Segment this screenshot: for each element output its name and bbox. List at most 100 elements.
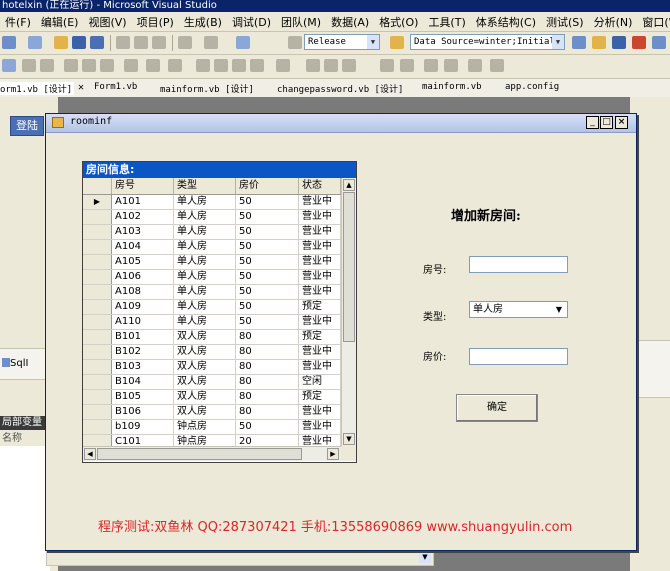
cell-price[interactable]: 50: [236, 195, 299, 209]
close-icon[interactable]: ✕: [78, 82, 84, 93]
scroll-down-icon[interactable]: ▼: [343, 433, 355, 445]
properties-icon[interactable]: [612, 36, 626, 49]
cell-status[interactable]: 预定: [299, 390, 341, 404]
cell-room-no[interactable]: B102: [112, 345, 174, 359]
cell-type[interactable]: 双人房: [174, 360, 236, 374]
column-header-status[interactable]: 状态: [299, 178, 341, 194]
center-vertically-icon[interactable]: [400, 59, 414, 72]
table-row[interactable]: A108 单人房 50 营业中: [83, 285, 341, 300]
table-row[interactable]: B106 双人房 80 营业中: [83, 405, 341, 420]
hspace-remove-icon[interactable]: [250, 59, 264, 72]
vspace-equal-icon[interactable]: [276, 59, 290, 72]
cell-price[interactable]: 80: [236, 360, 299, 374]
cell-status[interactable]: 营业中: [299, 210, 341, 224]
cell-room-no[interactable]: b109: [112, 420, 174, 434]
find-icon[interactable]: [572, 36, 586, 49]
cell-status[interactable]: 营业中: [299, 405, 341, 419]
row-header[interactable]: [83, 240, 112, 254]
menu-item[interactable]: 编辑(E): [36, 14, 84, 30]
align-centers-icon[interactable]: [22, 59, 36, 72]
cell-type[interactable]: 单人房: [174, 285, 236, 299]
type-select[interactable]: 单人房 ▼: [469, 301, 568, 318]
undo-icon[interactable]: [178, 36, 192, 49]
tab-app-config[interactable]: app.config: [505, 82, 559, 92]
tab-changepassword-design[interactable]: changepassword.vb [设计]: [277, 82, 403, 95]
menu-item[interactable]: 体系结构(C): [471, 14, 541, 30]
row-header[interactable]: [83, 360, 112, 374]
column-header-type[interactable]: 类型: [174, 178, 236, 194]
room-info-grid[interactable]: 房间信息: 房号 类型 房价 状态 ▶ A101 单人房 50 营业中 A102 单人房 50…: [82, 161, 357, 463]
tab-form1-vb[interactable]: Form1.vb: [94, 82, 137, 92]
row-header[interactable]: [83, 420, 112, 434]
tab-order-icon[interactable]: [468, 59, 482, 72]
cell-status[interactable]: 预定: [299, 330, 341, 344]
menu-item[interactable]: 生成(B): [179, 14, 227, 30]
cell-status[interactable]: 营业中: [299, 345, 341, 359]
tab-mainform-design[interactable]: mainform.vb [设计]: [160, 82, 254, 95]
cell-status[interactable]: 营业中: [299, 270, 341, 284]
redo-icon[interactable]: [204, 36, 218, 49]
data-icon[interactable]: [390, 36, 404, 49]
cell-type[interactable]: 双人房: [174, 375, 236, 389]
cut-icon[interactable]: [116, 36, 130, 49]
menu-item[interactable]: 分析(N): [589, 14, 638, 30]
cell-price[interactable]: 50: [236, 225, 299, 239]
cell-status[interactable]: 营业中: [299, 285, 341, 299]
menu-item[interactable]: 项目(P): [132, 14, 179, 30]
toolbox-icon[interactable]: [632, 36, 646, 49]
tab-form1-design[interactable]: orm1.vb [设计]: [0, 82, 75, 95]
close-button[interactable]: ×: [615, 116, 628, 129]
table-row[interactable]: B104 双人房 80 空闲: [83, 375, 341, 390]
align-rights-icon[interactable]: [40, 59, 54, 72]
menu-item[interactable]: 团队(M): [276, 14, 326, 30]
scroll-thumb[interactable]: [343, 192, 355, 342]
cell-price[interactable]: 50: [236, 420, 299, 434]
cell-room-no[interactable]: B101: [112, 330, 174, 344]
same-size-icon[interactable]: [168, 59, 182, 72]
menu-item[interactable]: 测试(S): [541, 14, 589, 30]
row-header[interactable]: [83, 255, 112, 269]
vspace-increase-icon[interactable]: [306, 59, 320, 72]
row-header[interactable]: [83, 375, 112, 389]
save-all-icon[interactable]: [90, 36, 104, 49]
cell-status[interactable]: 空闲: [299, 375, 341, 389]
cell-type[interactable]: 双人房: [174, 345, 236, 359]
menu-item[interactable]: 件(F): [0, 14, 36, 30]
row-header[interactable]: [83, 285, 112, 299]
cell-status[interactable]: 营业中: [299, 315, 341, 329]
table-row[interactable]: A103 单人房 50 营业中: [83, 225, 341, 240]
cell-room-no[interactable]: A101: [112, 195, 174, 209]
row-header[interactable]: [83, 330, 112, 344]
cell-type[interactable]: 双人房: [174, 330, 236, 344]
scroll-right-icon[interactable]: ▶: [327, 448, 339, 460]
cell-price[interactable]: 50: [236, 210, 299, 224]
send-to-back-icon[interactable]: [444, 59, 458, 72]
row-header[interactable]: [83, 390, 112, 404]
menu-item[interactable]: 格式(O): [374, 14, 423, 30]
table-row[interactable]: B101 双人房 80 预定: [83, 330, 341, 345]
grid-horizontal-scrollbar[interactable]: ◀ ▶: [83, 446, 341, 461]
datasource-combo[interactable]: Data Source=winter;Initial C ▼: [410, 34, 565, 50]
scroll-left-icon[interactable]: ◀: [84, 448, 96, 460]
cell-room-no[interactable]: A105: [112, 255, 174, 269]
table-row[interactable]: ▶ A101 单人房 50 营业中: [83, 195, 341, 210]
row-header[interactable]: [83, 300, 112, 314]
cell-price[interactable]: 80: [236, 345, 299, 359]
cell-type[interactable]: 单人房: [174, 315, 236, 329]
same-width-icon[interactable]: [124, 59, 138, 72]
scroll-up-icon[interactable]: ▲: [343, 179, 355, 191]
cell-room-no[interactable]: B105: [112, 390, 174, 404]
menu-item[interactable]: 视图(V): [83, 14, 131, 30]
cell-type[interactable]: 单人房: [174, 210, 236, 224]
cell-price[interactable]: 50: [236, 300, 299, 314]
cell-status[interactable]: 营业中: [299, 225, 341, 239]
cell-room-no[interactable]: B103: [112, 360, 174, 374]
align-lefts-icon[interactable]: [2, 59, 16, 72]
align-bottoms-icon[interactable]: [100, 59, 114, 72]
current-row-icon[interactable]: ▶: [83, 195, 112, 209]
table-row[interactable]: A106 单人房 50 营业中: [83, 270, 341, 285]
row-header[interactable]: [83, 210, 112, 224]
cell-price[interactable]: 80: [236, 330, 299, 344]
cell-room-no[interactable]: A103: [112, 225, 174, 239]
cell-type[interactable]: 单人房: [174, 225, 236, 239]
